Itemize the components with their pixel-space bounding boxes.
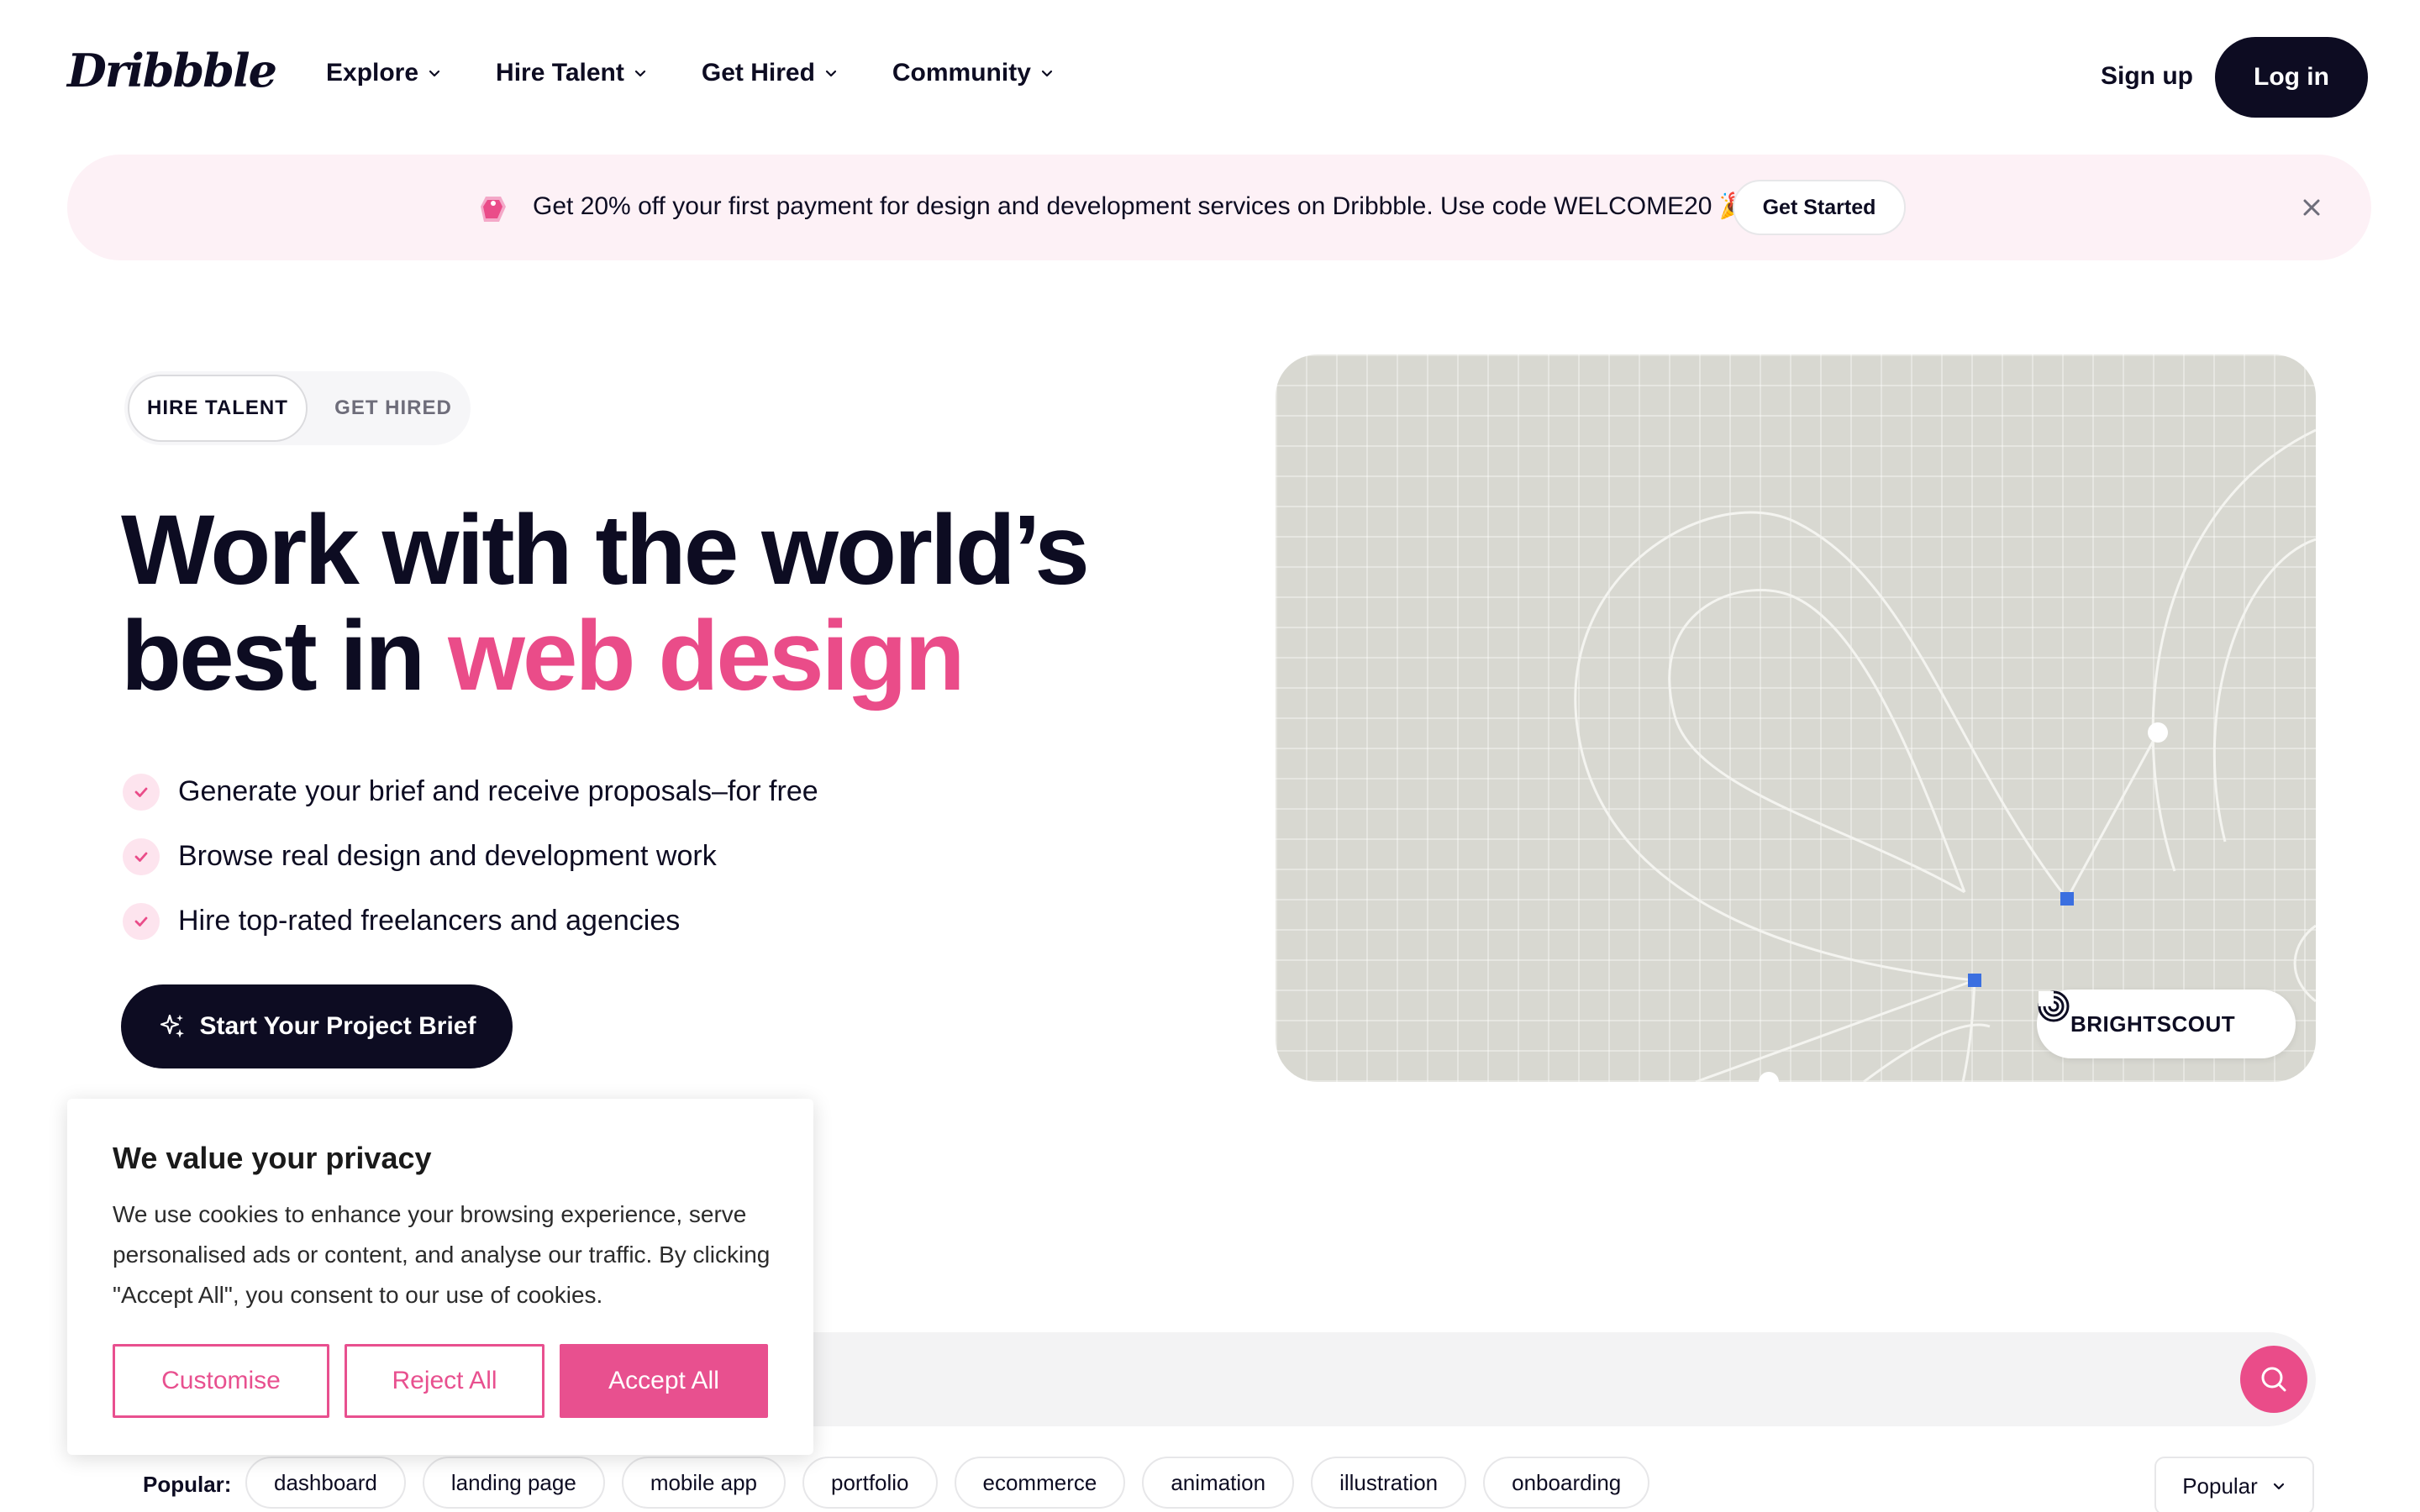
nav-get-hired[interactable]: Get Hired xyxy=(702,59,839,87)
badge-name: BRIGHTSCOUT xyxy=(2070,1011,2236,1037)
search-icon xyxy=(2261,1367,2286,1392)
sparkle-icon xyxy=(160,1014,184,1038)
hero-title-line-2: best in web design xyxy=(121,603,1213,709)
price-tag-icon xyxy=(481,197,506,222)
promo-text: Get 20% off your first payment for desig… xyxy=(533,192,1751,220)
check-icon xyxy=(123,902,160,940)
dribbble-logo[interactable]: Dribbble xyxy=(67,44,277,97)
get-started-button[interactable]: Get Started xyxy=(1733,180,1906,235)
sort-label: Popular xyxy=(2182,1473,2258,1499)
tag-chip[interactable]: mobile app xyxy=(621,1457,786,1509)
customise-button[interactable]: Customise xyxy=(113,1344,329,1418)
toggle-hire-talent[interactable]: HIRE TALENT xyxy=(128,375,308,442)
nav-hire-talent[interactable]: Hire Talent xyxy=(496,59,648,87)
tag-chip[interactable]: illustration xyxy=(1311,1457,1467,1509)
toggle-get-hired[interactable]: GET HIRED xyxy=(326,375,460,442)
benefit-list: Generate your brief and receive proposal… xyxy=(123,759,818,953)
hero-title-prefix: best in xyxy=(121,601,449,711)
sort-dropdown[interactable]: Popular xyxy=(2154,1457,2314,1512)
audience-toggle: HIRE TALENT GET HIRED xyxy=(124,371,471,445)
site-header: Dribbble Explore Hire Talent Get Hired C… xyxy=(0,0,2420,155)
chevron-down-icon xyxy=(634,70,645,77)
start-project-brief-label: Start Your Project Brief xyxy=(199,1012,476,1040)
hero-title: Work with the world’s best in web design xyxy=(121,497,1213,709)
start-project-brief-button[interactable]: Start Your Project Brief xyxy=(121,984,513,1068)
reject-all-button[interactable]: Reject All xyxy=(345,1344,544,1418)
log-in-button[interactable]: Log in xyxy=(2215,37,2368,118)
benefit-text: Browse real design and development work xyxy=(178,840,717,872)
promo-banner: Get 20% off your first payment for desig… xyxy=(67,155,2371,260)
popular-label: Popular: xyxy=(143,1472,232,1497)
hero-title-line-1: Work with the world’s xyxy=(121,495,1090,606)
nav-explore[interactable]: Explore xyxy=(326,59,442,87)
chevron-down-icon xyxy=(1041,70,1052,77)
search-button[interactable] xyxy=(2240,1346,2307,1413)
check-icon xyxy=(123,837,160,875)
chevron-down-icon xyxy=(2273,1483,2284,1490)
list-item: Browse real design and development work xyxy=(123,824,818,889)
benefit-text: Hire top-rated freelancers and agencies xyxy=(178,905,681,937)
hero-title-accent: web design xyxy=(448,601,965,711)
list-item: Hire top-rated freelancers and agencies xyxy=(123,889,818,953)
tag-chip[interactable]: dashboard xyxy=(245,1457,406,1509)
nav-explore-label: Explore xyxy=(326,59,419,87)
nav-community[interactable]: Community xyxy=(892,59,1055,87)
cookie-body: We use cookies to enhance your browsing … xyxy=(113,1201,771,1308)
chevron-down-icon xyxy=(429,70,440,77)
cookie-title: We value your privacy xyxy=(113,1141,432,1175)
nav-get-hired-label: Get Hired xyxy=(701,59,815,87)
tag-chip[interactable]: ecommerce xyxy=(954,1457,1126,1509)
brightscout-logo-icon xyxy=(2038,990,2070,1022)
accept-all-button[interactable]: Accept All xyxy=(560,1344,768,1418)
chevron-down-icon xyxy=(825,70,836,77)
main-nav: Explore Hire Talent Get Hired Community xyxy=(326,59,1108,87)
nav-hire-talent-label: Hire Talent xyxy=(496,59,624,87)
list-item: Generate your brief and receive proposal… xyxy=(123,759,818,824)
close-icon[interactable] xyxy=(2296,192,2328,223)
hero-illustration: BRIGHTSCOUT xyxy=(1276,354,2316,1082)
tag-chip[interactable]: landing page xyxy=(422,1457,605,1509)
benefit-text: Generate your brief and receive proposal… xyxy=(178,775,818,807)
designer-badge[interactable]: BRIGHTSCOUT xyxy=(2037,990,2296,1058)
popular-tags: dashboard landing page mobile app portfo… xyxy=(245,1457,1666,1509)
tag-chip[interactable]: onboarding xyxy=(1483,1457,1650,1509)
sign-up-link[interactable]: Sign up xyxy=(2101,62,2193,91)
nav-community-label: Community xyxy=(892,59,1031,87)
check-icon xyxy=(123,773,160,811)
vector-path-illustration xyxy=(1574,428,2316,1082)
tag-chip[interactable]: animation xyxy=(1142,1457,1295,1509)
tag-chip[interactable]: portfolio xyxy=(802,1457,938,1509)
cookie-consent-dialog: We value your privacy We use cookies to … xyxy=(67,1099,813,1455)
